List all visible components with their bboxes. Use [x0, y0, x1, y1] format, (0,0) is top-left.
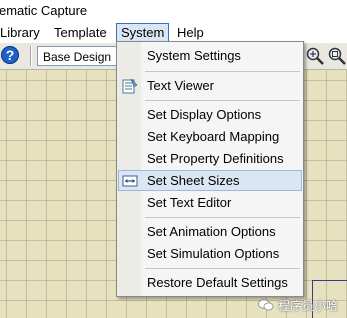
menu-item-set-simulation-options[interactable]: Set Simulation Options	[118, 243, 302, 264]
menu-item-set-keyboard-mapping[interactable]: Set Keyboard Mapping	[118, 126, 302, 147]
sheet-size-icon	[122, 175, 138, 187]
menu-item-set-animation-options[interactable]: Set Animation Options	[118, 221, 302, 242]
wechat-logo	[258, 299, 274, 311]
menu-separator	[145, 100, 300, 101]
menu-item-restore-default-settings[interactable]: Restore Default Settings	[118, 272, 302, 293]
watermark-text: 程序员小哈	[278, 298, 339, 313]
zoom-in-icon[interactable]	[305, 46, 325, 66]
menu-item-set-property-definitions[interactable]: Set Property Definitions	[118, 148, 302, 169]
menu-help[interactable]: Help	[173, 24, 208, 41]
menu-item-set-display-options[interactable]: Set Display Options	[118, 104, 302, 125]
zoom-area-icon[interactable]	[327, 46, 347, 66]
watermark: 程序员小哈	[258, 296, 338, 314]
menu-separator	[145, 71, 300, 72]
menu-template[interactable]: Template	[50, 24, 111, 41]
menu-system[interactable]: System	[116, 23, 170, 42]
text-viewer-icon	[122, 78, 138, 94]
menu-item-text-viewer[interactable]: Text Viewer	[118, 75, 302, 96]
menu-separator	[145, 268, 300, 269]
menu-separator	[145, 217, 300, 218]
window-title-bar: ematic Capture	[0, 0, 347, 22]
menu-item-set-text-editor[interactable]: Set Text Editor	[118, 192, 302, 213]
sheet-border	[312, 280, 347, 281]
help-icon[interactable]: ?	[1, 46, 19, 64]
system-menu-dropdown: System Settings Text Viewer Set Display …	[116, 41, 304, 297]
menu-item-set-sheet-sizes[interactable]: Set Sheet Sizes	[118, 170, 302, 191]
menu-library[interactable]: Library	[0, 24, 44, 41]
toolbar-separator	[30, 46, 32, 66]
menu-item-system-settings[interactable]: System Settings	[118, 45, 302, 66]
window-title: ematic Capture	[0, 3, 88, 18]
menu-bar: Library Template System Help	[0, 22, 347, 43]
design-select[interactable]: Base Design	[37, 46, 117, 66]
